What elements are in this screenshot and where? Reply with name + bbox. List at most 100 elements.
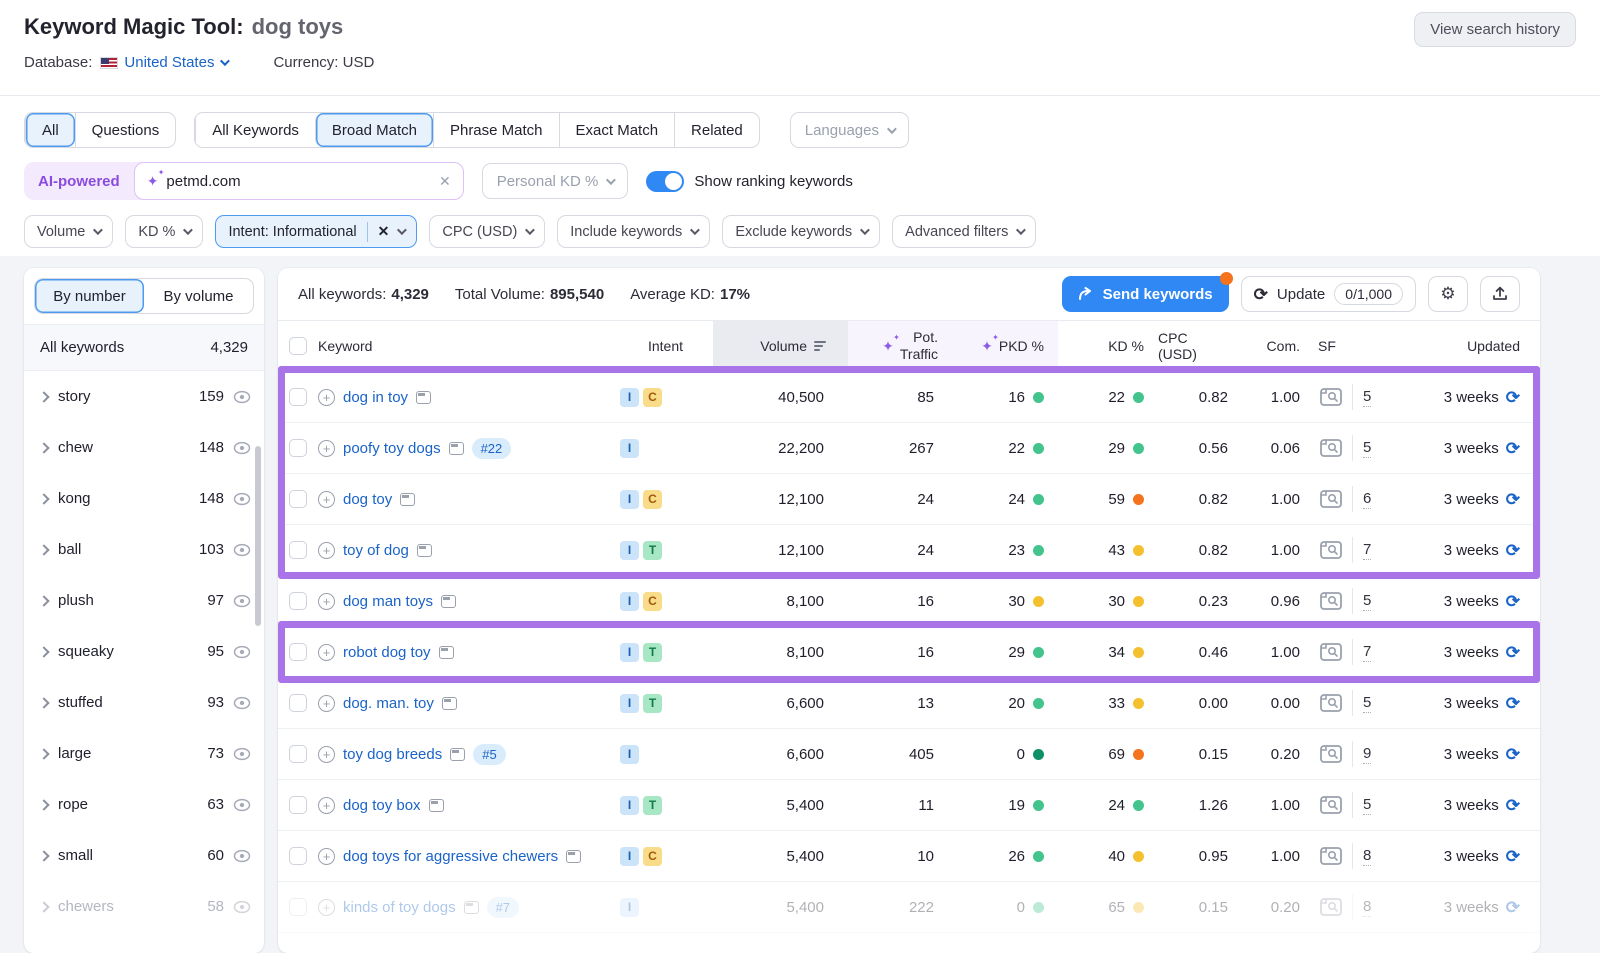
add-keyword-icon[interactable]: + — [318, 797, 335, 814]
serp-preview-icon[interactable] — [429, 799, 444, 812]
serp-features-icon[interactable] — [1320, 490, 1342, 508]
row-checkbox[interactable] — [289, 439, 307, 457]
filter-chip[interactable]: Include keywords — [557, 215, 710, 248]
keyword-group-item[interactable]: story 159 — [24, 371, 264, 422]
eye-icon[interactable] — [232, 489, 252, 509]
tab-all-questions[interactable]: All — [25, 113, 75, 147]
col-intent[interactable]: Intent — [618, 321, 713, 371]
keyword-group-item[interactable]: ball 103 — [24, 524, 264, 575]
keyword-link[interactable]: dog man toys — [343, 593, 433, 610]
sf-count-link[interactable]: 7 — [1363, 643, 1371, 662]
clear-input-icon[interactable]: ✕ — [439, 173, 451, 190]
tab-by-volume[interactable]: By volume — [144, 279, 253, 313]
serp-features-icon[interactable] — [1320, 694, 1342, 712]
serp-features-icon[interactable] — [1320, 847, 1342, 865]
personal-kd-dropdown[interactable]: Personal KD % — [482, 163, 629, 199]
eye-icon[interactable] — [232, 591, 252, 611]
col-cpc[interactable]: CPC (USD) — [1158, 321, 1258, 371]
filter-chip[interactable]: KD % — [125, 215, 203, 248]
keyword-group-item[interactable]: stuffed 93 — [24, 677, 264, 728]
sf-count-link[interactable]: 5 — [1363, 796, 1371, 815]
col-volume[interactable]: Volume — [713, 321, 848, 371]
serp-preview-icon[interactable] — [450, 748, 465, 761]
row-checkbox[interactable] — [289, 898, 307, 916]
filter-chip[interactable]: Volume — [24, 215, 113, 248]
refresh-metrics-icon[interactable]: ⟳ — [1506, 440, 1520, 457]
serp-preview-icon[interactable] — [400, 493, 415, 506]
filter-chip[interactable]: CPC (USD) — [429, 215, 545, 248]
serp-features-icon[interactable] — [1320, 388, 1342, 406]
keyword-group-item[interactable]: chewers 58 — [24, 881, 264, 932]
chevron-right-icon[interactable] — [38, 391, 49, 402]
tab-all-questions[interactable]: Questions — [75, 113, 176, 147]
serp-features-icon[interactable] — [1320, 643, 1342, 661]
keyword-link[interactable]: robot dog toy — [343, 644, 431, 661]
eye-icon[interactable] — [232, 540, 252, 560]
add-keyword-icon[interactable]: + — [318, 746, 335, 763]
keyword-search-input[interactable] — [166, 173, 431, 190]
chevron-right-icon[interactable] — [38, 442, 49, 453]
export-button[interactable] — [1480, 276, 1520, 312]
sidebar-scrollbar[interactable] — [255, 446, 261, 626]
table-settings-button[interactable]: ⚙ — [1428, 276, 1468, 312]
add-keyword-icon[interactable]: + — [318, 389, 335, 406]
eye-icon[interactable] — [232, 744, 252, 764]
serp-preview-icon[interactable] — [416, 391, 431, 404]
serp-features-icon[interactable] — [1320, 541, 1342, 559]
tab-match-type[interactable]: Related — [674, 113, 759, 147]
show-ranking-keywords-toggle[interactable] — [646, 171, 684, 192]
refresh-metrics-icon[interactable]: ⟳ — [1506, 848, 1520, 865]
serp-preview-icon[interactable] — [449, 442, 464, 455]
keyword-link[interactable]: toy of dog — [343, 542, 409, 559]
tab-match-type[interactable]: All Keywords — [195, 113, 315, 147]
refresh-metrics-icon[interactable]: ⟳ — [1506, 746, 1520, 763]
eye-icon[interactable] — [232, 387, 252, 407]
keyword-group-item[interactable]: small 60 — [24, 830, 264, 881]
row-checkbox[interactable] — [289, 694, 307, 712]
add-keyword-icon[interactable]: + — [318, 593, 335, 610]
add-keyword-icon[interactable]: + — [318, 491, 335, 508]
chevron-right-icon[interactable] — [38, 901, 49, 912]
sf-count-link[interactable]: 7 — [1363, 541, 1371, 560]
sf-count-link[interactable]: 8 — [1363, 847, 1371, 866]
view-search-history-button[interactable]: View search history — [1414, 12, 1576, 47]
serp-preview-icon[interactable] — [566, 850, 581, 863]
sf-count-link[interactable]: 9 — [1363, 745, 1371, 764]
refresh-metrics-icon[interactable]: ⟳ — [1506, 491, 1520, 508]
row-checkbox[interactable] — [289, 541, 307, 559]
keyword-link[interactable]: dog toy box — [343, 797, 421, 814]
serp-features-icon[interactable] — [1320, 796, 1342, 814]
keyword-group-item[interactable]: squeaky 95 — [24, 626, 264, 677]
serp-preview-icon[interactable] — [464, 901, 479, 914]
eye-icon[interactable] — [232, 897, 252, 917]
keyword-group-item[interactable]: kong 148 — [24, 473, 264, 524]
serp-preview-icon[interactable] — [439, 646, 454, 659]
row-checkbox[interactable] — [289, 388, 307, 406]
database-select[interactable]: United States — [124, 54, 227, 71]
col-pot-traffic[interactable]: ✦ Pot.Traffic — [848, 321, 958, 371]
serp-features-icon[interactable] — [1320, 745, 1342, 763]
keyword-group-item[interactable]: large 73 — [24, 728, 264, 779]
chevron-right-icon[interactable] — [38, 799, 49, 810]
sf-count-link[interactable]: 5 — [1363, 388, 1371, 407]
row-checkbox[interactable] — [289, 643, 307, 661]
chevron-right-icon[interactable] — [38, 697, 49, 708]
chevron-right-icon[interactable] — [38, 850, 49, 861]
filter-chip[interactable]: Exclude keywords — [722, 215, 880, 248]
eye-icon[interactable] — [232, 642, 252, 662]
chevron-right-icon[interactable] — [38, 493, 49, 504]
serp-features-icon[interactable] — [1320, 439, 1342, 457]
chevron-right-icon[interactable] — [38, 748, 49, 759]
sf-count-link[interactable]: 5 — [1363, 439, 1371, 458]
add-keyword-icon[interactable]: + — [318, 644, 335, 661]
add-keyword-icon[interactable]: + — [318, 542, 335, 559]
col-updated[interactable]: Updated — [1398, 321, 1540, 371]
keyword-group-item[interactable]: chew 148 — [24, 422, 264, 473]
add-keyword-icon[interactable]: + — [318, 695, 335, 712]
all-keywords-row[interactable]: All keywords 4,329 — [24, 324, 264, 371]
select-all-checkbox[interactable] — [289, 337, 307, 355]
add-keyword-icon[interactable]: + — [318, 440, 335, 457]
refresh-metrics-icon[interactable]: ⟳ — [1506, 899, 1520, 916]
refresh-metrics-icon[interactable]: ⟳ — [1506, 542, 1520, 559]
row-checkbox[interactable] — [289, 592, 307, 610]
